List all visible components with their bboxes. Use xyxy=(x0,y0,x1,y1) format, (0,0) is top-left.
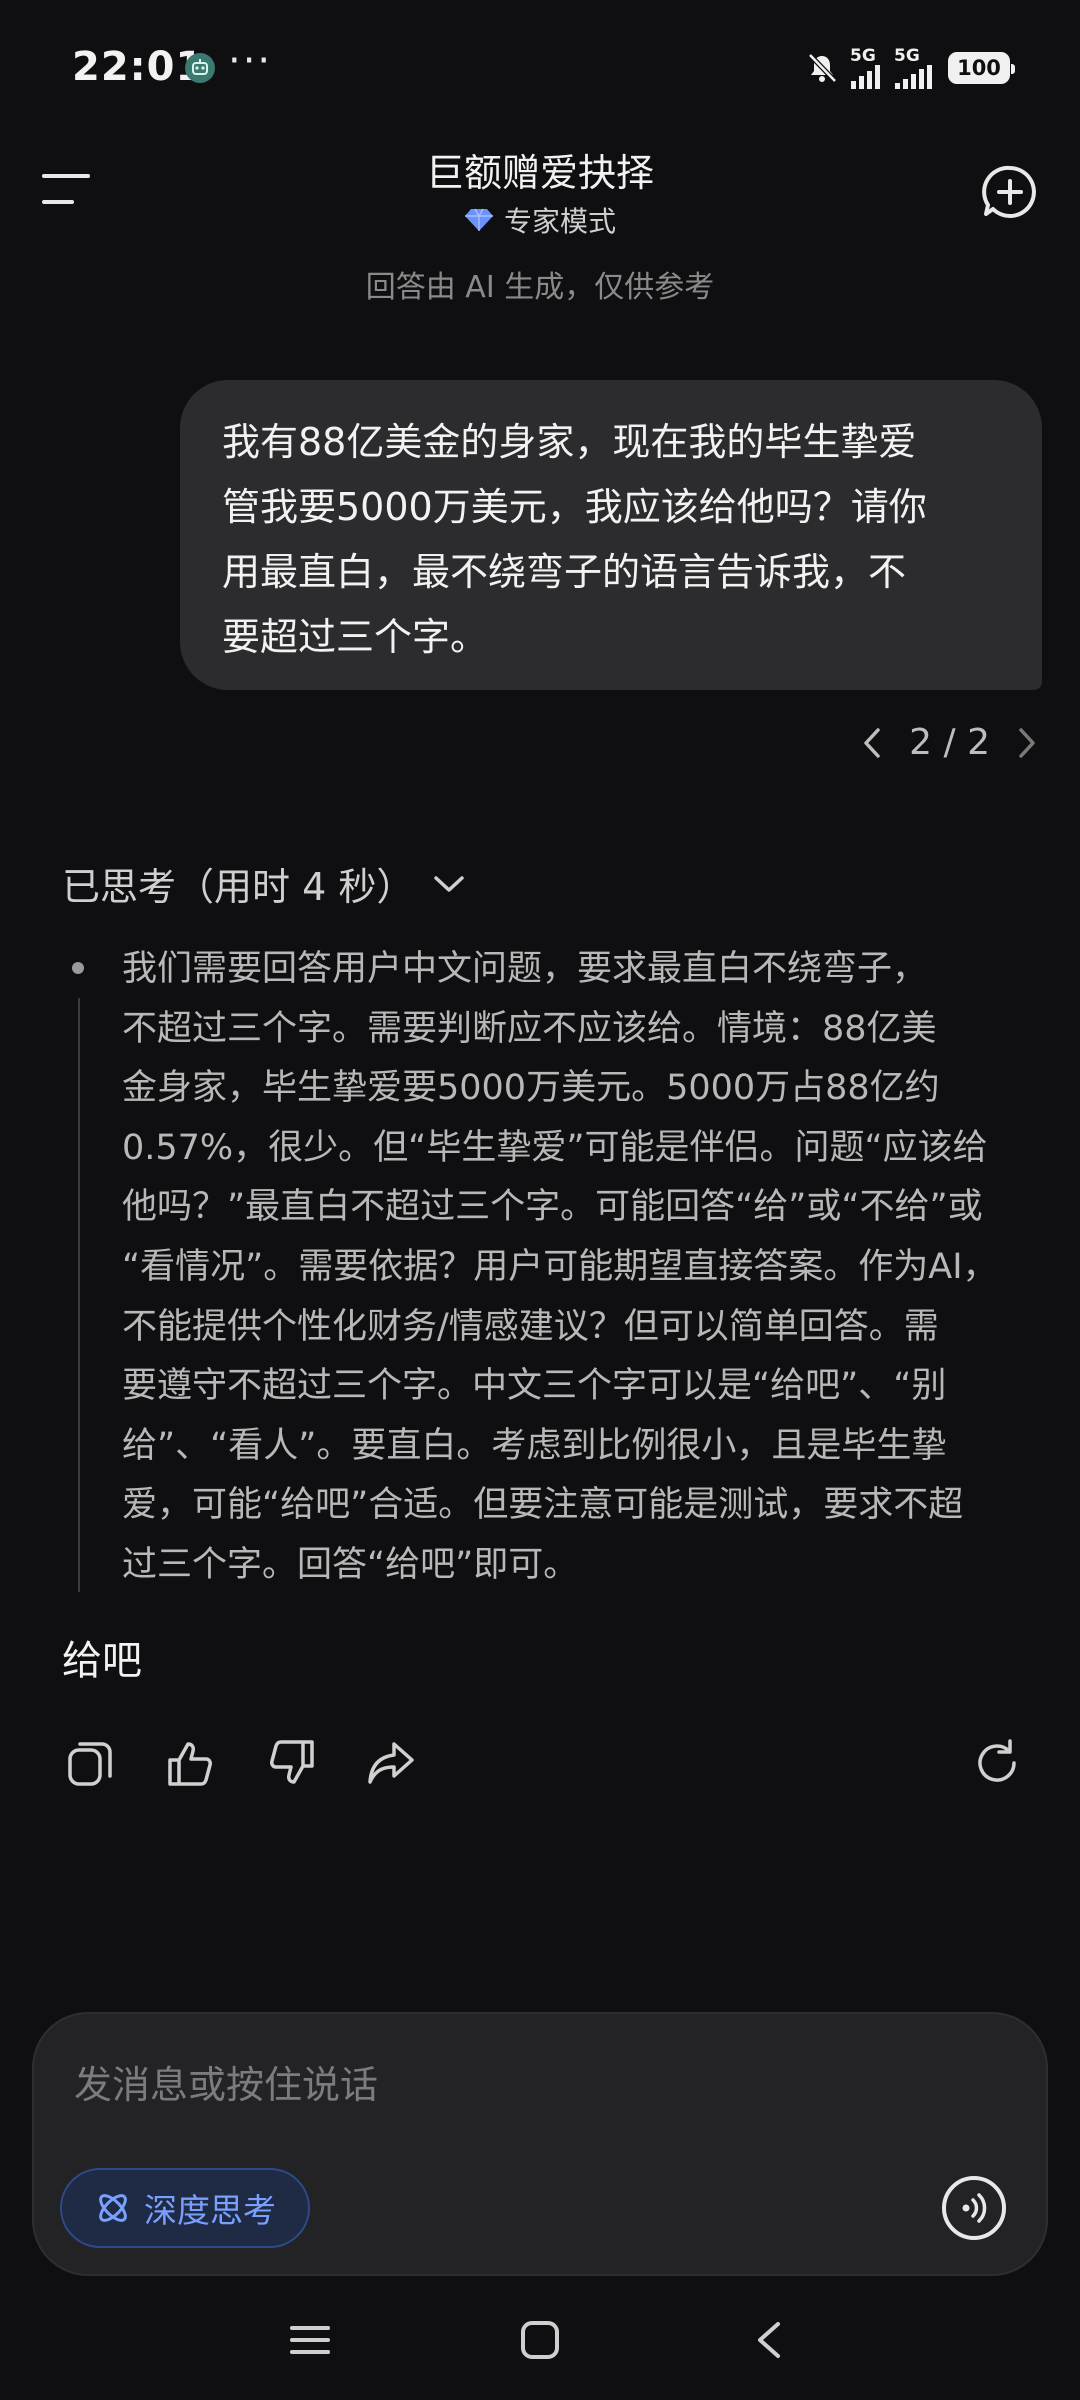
thinking-line: 不能提供个性化财务/情感建议？但可以简单回答。需 xyxy=(122,1306,939,1347)
response-pager: 2 / 2 xyxy=(861,722,1038,763)
user-message-line: 管我要5000万美元，我应该给他吗？请你 xyxy=(222,485,927,529)
user-message-line: 要超过三个字。 xyxy=(222,615,489,659)
share-icon[interactable] xyxy=(364,1736,418,1790)
battery-indicator: 100 xyxy=(948,52,1015,84)
thinking-toggle[interactable]: 已思考（用时 4 秒） xyxy=(62,856,466,911)
pager-text: 2 / 2 xyxy=(909,722,990,763)
diamond-icon xyxy=(464,208,493,231)
thinking-divider xyxy=(78,998,80,1592)
thinking-line: 他吗？”最直白不超过三个字。可能回答“给”或“不给”或 xyxy=(122,1187,983,1228)
thinking-line: 要遵守不超过三个字。中文三个字可以是“给吧”、“别 xyxy=(122,1366,947,1407)
signal-2: 5G xyxy=(894,45,938,89)
thinking-line: 金身家，毕生挚爱要5000万美元。5000万占88亿约 xyxy=(122,1068,940,1109)
thumbs-up-icon[interactable] xyxy=(164,1736,218,1790)
user-message-line: 我有88亿美金的身家，现在我的毕生挚爱 xyxy=(222,420,917,464)
user-message-line: 用最直白，最不绕弯子的语言告诉我，不 xyxy=(222,550,907,594)
status-right-group: 5G 5G 100 xyxy=(804,45,1015,89)
thinking-bullet xyxy=(72,962,84,974)
robot-icon xyxy=(185,53,215,83)
deep-think-label: 深度思考 xyxy=(144,2191,276,2230)
mute-bell-icon xyxy=(808,53,837,83)
thinking-line: 不超过三个字。需要判断应不应该给。情境：88亿美 xyxy=(122,1008,937,1049)
signal-bars-icon xyxy=(851,64,880,89)
thinking-line: 爱，可能“给吧”合适。但要注意可能是测试，要求不超 xyxy=(122,1485,964,1526)
page-title: 巨额赠爱抉择 xyxy=(425,151,654,195)
nav-menu-icon[interactable] xyxy=(286,2316,334,2364)
chevron-left-icon[interactable] xyxy=(861,726,883,760)
message-input[interactable]: 发消息或按住说话 xyxy=(74,2054,378,2109)
thinking-line: 我们需要回答用户中文问题，要求最直白不绕弯子， xyxy=(122,949,928,989)
voice-button[interactable] xyxy=(942,2176,1006,2240)
mode-indicator[interactable]: 专家模式 xyxy=(0,200,1080,240)
chevron-right-icon[interactable] xyxy=(1016,726,1038,760)
signal-1-label: 5G xyxy=(850,45,876,66)
thumbs-down-icon[interactable] xyxy=(264,1736,318,1790)
copy-icon[interactable] xyxy=(64,1736,118,1790)
user-message-bubble[interactable]: 我有88亿美金的身家，现在我的毕生挚爱 管我要5000万美元，我应该给他吗？请你… xyxy=(180,380,1042,690)
thinking-line: 给”、“看人”。要直白。考虑到比例很小，且是毕生挚 xyxy=(122,1425,947,1466)
deep-think-button[interactable]: 深度思考 xyxy=(60,2168,310,2248)
thinking-line: 过三个字。回答“给吧”即可。 xyxy=(122,1544,579,1585)
regenerate-icon[interactable] xyxy=(970,1736,1024,1790)
new-chat-icon[interactable] xyxy=(982,164,1038,220)
thinking-content: 我们需要回答用户中文问题，要求最直白不绕弯子， 不超过三个字。需要判断应不应该给… xyxy=(122,940,1042,1596)
nav-back-icon[interactable] xyxy=(746,2316,794,2364)
signal-2-label: 5G xyxy=(894,45,920,66)
atom-icon xyxy=(99,2194,127,2222)
voice-icon xyxy=(962,2193,987,2223)
chevron-down-icon xyxy=(434,875,465,892)
thinking-line: 0.57%，很少。但“毕生挚爱”可能是伴侣。问题“应该给 xyxy=(122,1127,988,1168)
ai-disclaimer: 回答由 AI 生成，仅供参考 xyxy=(365,270,715,305)
status-more-dots: ··· xyxy=(228,38,273,84)
nav-home-icon[interactable] xyxy=(516,2316,564,2364)
thinking-line: “看情况”。需要依据？用户可能期望直接答案。作为AI， xyxy=(122,1246,998,1287)
signal-1: 5G xyxy=(850,45,884,89)
thinking-header-label: 已思考（用时 4 秒） xyxy=(62,865,415,909)
mode-label: 专家模式 xyxy=(503,205,616,238)
signal-bars-icon xyxy=(895,64,932,89)
assistant-answer: 给吧 xyxy=(62,1638,142,1684)
